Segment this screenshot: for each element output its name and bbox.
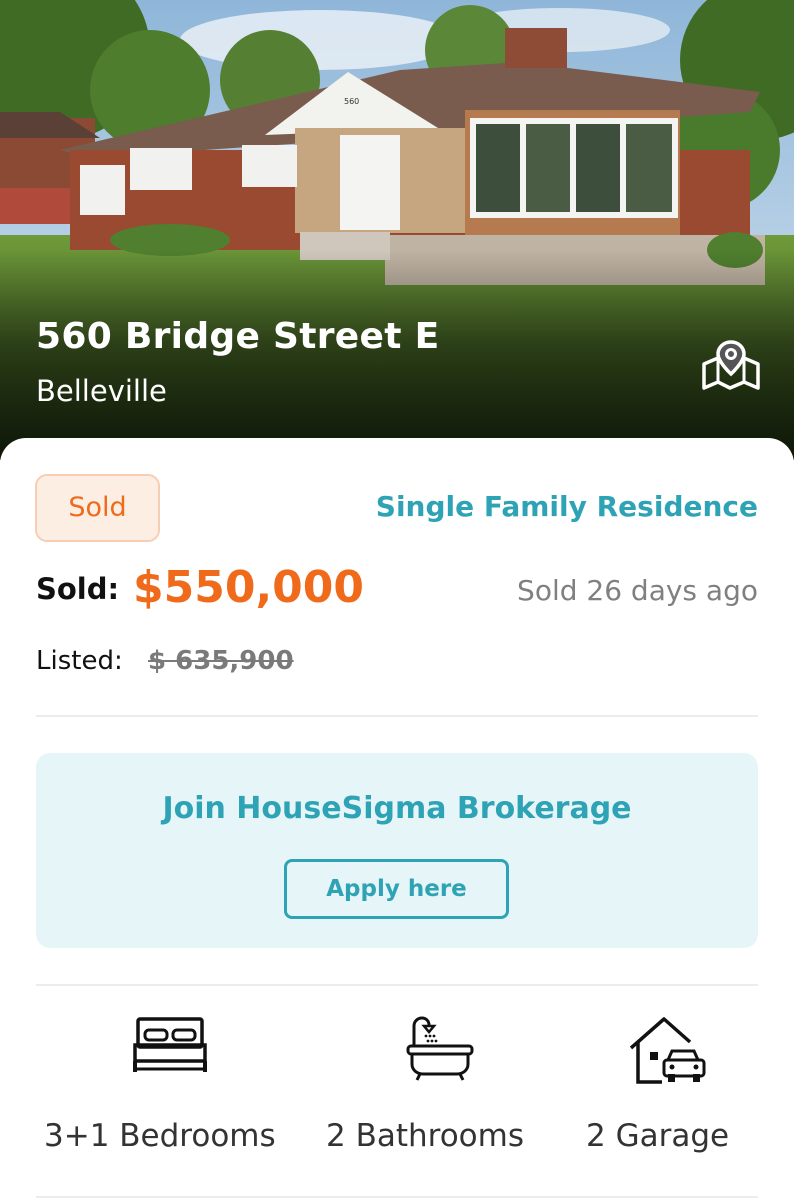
- property-type: Single Family Residence: [375, 490, 758, 523]
- bathrooms-label: 2 Bathrooms: [326, 1118, 524, 1154]
- sold-price: $550,000: [133, 562, 365, 613]
- promo-title: Join HouseSigma Brokerage: [162, 791, 632, 826]
- listing-hero-photo[interactable]: 560 560 Bridge Street E Belleville: [0, 0, 794, 460]
- bathtub-icon: [406, 1016, 474, 1081]
- listing-address: 560 Bridge Street E: [36, 316, 440, 357]
- listed-price: $ 635,900: [148, 646, 294, 676]
- feature-bedrooms: 3+1 Bedrooms: [44, 1016, 276, 1154]
- listed-price-label: Listed:: [36, 646, 123, 676]
- divider: [36, 715, 758, 717]
- house-number-sign: 560: [344, 97, 359, 106]
- apply-here-button[interactable]: Apply here: [284, 859, 509, 919]
- sold-price-label: Sold:: [36, 572, 120, 606]
- status-badge: Sold: [35, 474, 160, 542]
- feature-bathrooms: 2 Bathrooms: [326, 1016, 524, 1154]
- listing-details-card: Sold Single Family Residence Sold: $550,…: [0, 438, 794, 1200]
- garage-label: 2 Garage: [586, 1118, 730, 1154]
- map-button[interactable]: [700, 338, 762, 394]
- bedrooms-label: 3+1 Bedrooms: [44, 1118, 276, 1154]
- bed-icon: [133, 1017, 207, 1072]
- listing-city: Belleville: [36, 374, 167, 408]
- sold-date-relative: Sold 26 days ago: [517, 574, 758, 607]
- garage-icon: [629, 1017, 706, 1084]
- divider: [36, 984, 758, 986]
- map-pin-icon: [702, 340, 760, 390]
- brokerage-promo-banner: Join HouseSigma Brokerage Apply here: [36, 753, 758, 948]
- divider: [36, 1196, 758, 1198]
- feature-garage: 2 Garage: [586, 1016, 729, 1154]
